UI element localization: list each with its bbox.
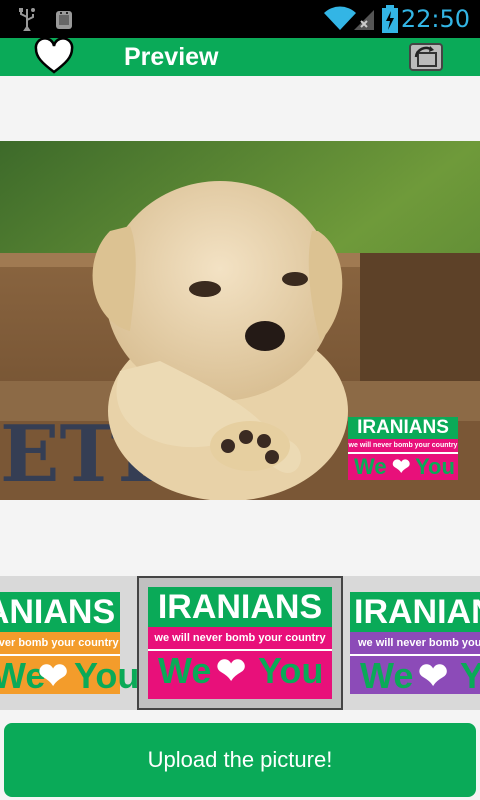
heart-icon[interactable]: [32, 38, 76, 76]
usb-icon: [19, 8, 35, 31]
theme-title: IRANIANS: [0, 592, 120, 632]
action-bar-title: Preview: [124, 43, 219, 71]
overlay-logo: IRANIANS we will never bomb your country…: [348, 417, 458, 480]
theme-title: IRANIANS: [350, 592, 480, 632]
rotate-icon[interactable]: [409, 43, 443, 71]
theme-carousel[interactable]: IRANIANS we will never bomb your country…: [0, 576, 480, 710]
theme-thumb-orange[interactable]: IRANIANS we will never bomb your country…: [0, 584, 139, 702]
status-clock: 22:50: [400, 5, 470, 33]
battery-charging-icon: [382, 5, 398, 33]
theme-subtitle: we will never bomb your country: [0, 637, 119, 649]
action-bar: Preview: [0, 38, 480, 76]
overlay-logo-title: IRANIANS: [348, 417, 458, 439]
status-bar: 22:50: [0, 0, 480, 38]
theme-subtitle: we will never bomb your country: [358, 637, 480, 649]
wifi-icon: [324, 6, 356, 30]
theme-title: IRANIANS: [148, 587, 332, 627]
upload-button[interactable]: Upload the picture!: [4, 723, 476, 797]
theme-right-word: You: [460, 656, 480, 694]
overlay-logo-subtitle: we will never bomb your country: [348, 439, 458, 452]
theme-thumb-purple[interactable]: IRANIANS we will never bomb your country…: [342, 584, 480, 702]
theme-right-word: You: [258, 650, 324, 691]
theme-left-word: We: [360, 656, 414, 694]
overlay-logo-right-word: You: [415, 454, 455, 479]
android-debug-icon: [56, 11, 72, 29]
signal-icon: [354, 10, 374, 30]
heart-icon: ❤: [216, 650, 247, 691]
heart-icon: ❤: [38, 655, 69, 696]
theme-right-word: You: [74, 655, 140, 696]
theme-thumb-pink[interactable]: IRANIANS we will never bomb your country…: [137, 576, 343, 710]
heart-icon: ❤: [418, 656, 449, 694]
theme-subtitle: we will never bomb your country: [154, 632, 326, 644]
overlay-logo-left-word: We: [354, 454, 387, 479]
overlay-logo-heart-icon: ❤: [392, 454, 411, 479]
theme-left-word: We: [158, 650, 212, 691]
